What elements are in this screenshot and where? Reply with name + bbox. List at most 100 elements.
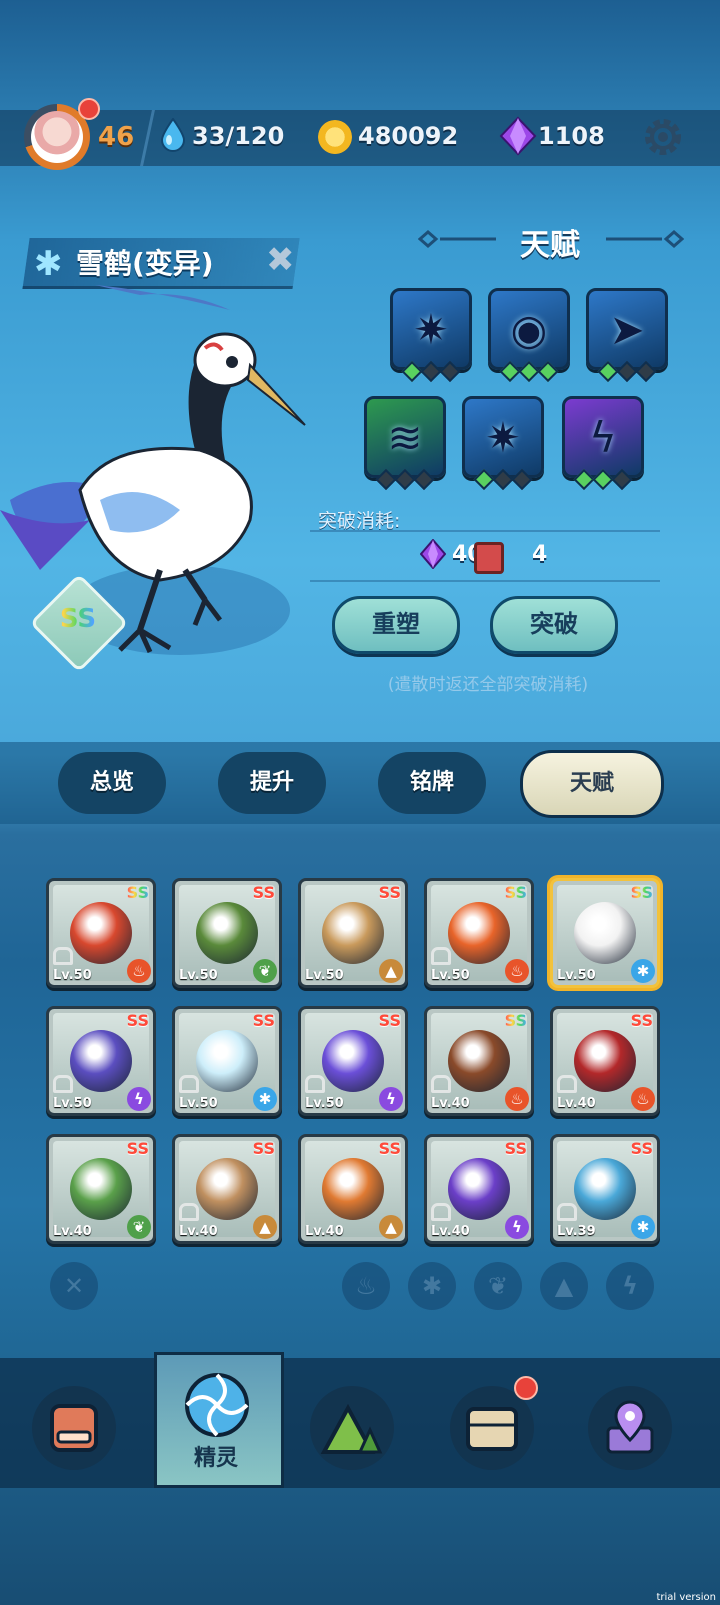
chest-notification-dot <box>514 1376 538 1400</box>
lock-icon <box>53 947 73 965</box>
tab-upgrade[interactable]: 提升 <box>218 752 326 814</box>
rarity-label: SS <box>630 883 653 902</box>
pet-portrait <box>448 1158 510 1220</box>
shop-icon <box>50 1404 98 1452</box>
cost-label: 突破消耗: <box>318 510 401 532</box>
lock-icon <box>431 1075 451 1093</box>
pet-portrait <box>70 1158 132 1220</box>
pet-card[interactable]: SS Lv.40 ▲ <box>298 1134 408 1244</box>
rarity-label: SS <box>252 883 275 902</box>
earth-icon: ▲ <box>253 1215 277 1239</box>
pet-portrait <box>448 1030 510 1092</box>
rarity-label: SS <box>48 604 108 634</box>
level-pip <box>413 468 435 491</box>
skill-level-pips <box>401 360 461 383</box>
title-ornament-left <box>418 230 496 248</box>
pet-level: Lv.40 <box>431 1096 470 1111</box>
lock-icon <box>557 1075 577 1093</box>
eye-icon: ◉ <box>510 304 548 354</box>
pet-card[interactable]: SS Lv.50 ▲ <box>298 878 408 988</box>
pet-card[interactable]: SS Lv.40 ♨ <box>550 1006 660 1116</box>
rarity-label: SS <box>630 1011 653 1030</box>
pet-level: Lv.40 <box>305 1224 344 1239</box>
water-drop-icon <box>160 118 186 152</box>
gem-counter: 1108 <box>538 122 605 150</box>
pet-portrait <box>322 902 384 964</box>
stamina-counter: 33/120 <box>192 122 285 150</box>
pet-portrait <box>574 902 636 964</box>
map-mountain-icon <box>320 1403 383 1454</box>
lock-icon <box>179 1203 199 1221</box>
ice-icon[interactable]: ✱ <box>408 1262 456 1310</box>
earth-icon[interactable]: ▲ <box>540 1262 588 1310</box>
avatar-notification-dot <box>78 98 100 120</box>
pet-card[interactable]: SS Lv.50 ♨ <box>424 878 534 988</box>
level-pip <box>635 360 657 383</box>
talent-skill-slot[interactable]: ≋ <box>364 396 446 491</box>
skill-level-pips <box>597 360 657 383</box>
talent-skill-slot[interactable]: ✷ <box>390 288 472 383</box>
coin-icon <box>318 120 352 154</box>
thunder-icon[interactable]: ϟ <box>606 1262 654 1310</box>
rarity-label: SS <box>252 1011 275 1030</box>
nav-adventure[interactable] <box>310 1386 394 1470</box>
pet-card[interactable]: SS Lv.50 ϟ <box>298 1006 408 1116</box>
pet-card[interactable]: SS Lv.40 ϟ <box>424 1134 534 1244</box>
pet-level: Lv.50 <box>53 968 92 983</box>
fire-icon[interactable]: ♨ <box>342 1262 390 1310</box>
grass-icon: ❦ <box>127 1215 151 1239</box>
coin-counter: 480092 <box>358 122 459 150</box>
breakthrough-button[interactable]: 突破 <box>490 596 618 654</box>
claw-icon: ≋ <box>387 412 423 462</box>
pet-portrait <box>448 902 510 964</box>
level-pip <box>511 468 533 491</box>
pet-level: Lv.39 <box>557 1224 596 1239</box>
pet-card[interactable]: SS Lv.50 ❦ <box>172 878 282 988</box>
watermark: trial version <box>656 1592 716 1603</box>
pet-portrait <box>322 1030 384 1092</box>
pet-portrait <box>574 1158 636 1220</box>
pet-card[interactable]: SS Lv.50 ϟ <box>46 1006 156 1116</box>
pet-card[interactable]: SS Lv.40 ❦ <box>46 1134 156 1244</box>
pet-level: Lv.40 <box>53 1224 92 1239</box>
rarity-label: SS <box>630 1139 653 1158</box>
talent-skill-slot[interactable]: ϟ <box>562 396 644 491</box>
rarity-label: SS <box>504 1139 527 1158</box>
pet-card[interactable]: SS Lv.40 ▲ <box>172 1134 282 1244</box>
reshape-button[interactable]: 重塑 <box>332 596 460 654</box>
nav-location[interactable] <box>588 1386 672 1470</box>
grass-icon[interactable]: ❦ <box>474 1262 522 1310</box>
ice-icon: ✱ <box>253 1087 277 1111</box>
earth-icon: ▲ <box>379 959 403 983</box>
gear-icon[interactable] <box>642 116 684 158</box>
lightning-icon: ϟ <box>589 412 617 462</box>
pet-portrait <box>196 1030 258 1092</box>
tab-nameplate[interactable]: 铭牌 <box>378 752 486 814</box>
pet-card[interactable]: SS Lv.40 ♨ <box>424 1006 534 1116</box>
pet-card[interactable]: SS Lv.50 ✱ <box>550 878 660 988</box>
tab-talent[interactable]: 天赋 <box>520 750 664 818</box>
card-icon <box>474 542 504 574</box>
pet-card[interactable]: SS Lv.50 ♨ <box>46 878 156 988</box>
rarity-label: SS <box>378 1139 401 1158</box>
thunder-icon: ϟ <box>505 1215 529 1239</box>
ice-icon: ✱ <box>631 1215 655 1239</box>
close-icon[interactable]: ✕ <box>50 1262 98 1310</box>
rarity-label: SS <box>252 1139 275 1158</box>
divider <box>310 530 660 532</box>
talent-skill-slot[interactable]: ✷ <box>462 396 544 491</box>
pet-card[interactable]: SS Lv.50 ✱ <box>172 1006 282 1116</box>
tab-overview[interactable]: 总览 <box>58 752 166 814</box>
nav-spirit-label: 精灵 <box>193 1446 238 1471</box>
pet-card[interactable]: SS Lv.39 ✱ <box>550 1134 660 1244</box>
talent-skill-slot[interactable]: ◉ <box>488 288 570 383</box>
nav-shop[interactable] <box>32 1386 116 1470</box>
pet-level: Lv.40 <box>179 1224 218 1239</box>
skill-level-pips <box>375 468 435 491</box>
location-icon <box>606 1400 654 1454</box>
lock-icon <box>431 947 451 965</box>
spirit-icon <box>185 1373 249 1437</box>
dive-icon: ➤ <box>609 304 645 354</box>
earth-icon: ▲ <box>379 1215 403 1239</box>
talent-skill-slot[interactable]: ➤ <box>586 288 668 383</box>
